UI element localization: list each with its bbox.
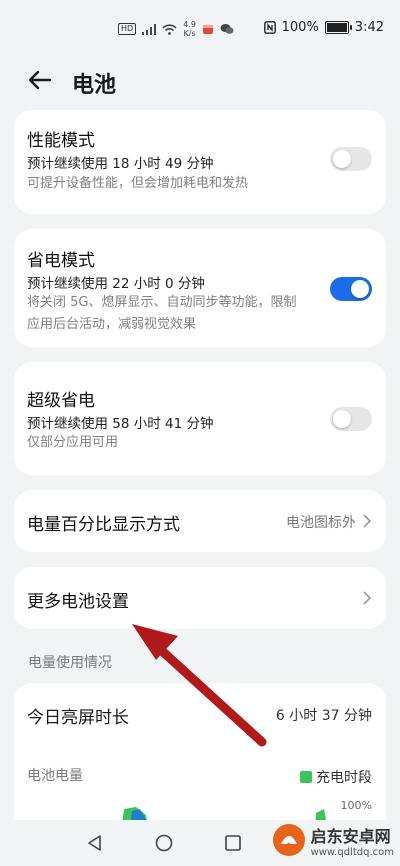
back-nav-icon[interactable] bbox=[86, 834, 104, 852]
watermark-brand: 启东安卓网 bbox=[310, 826, 391, 846]
watermark: 启东安卓网 www.qdltdq.com bbox=[271, 822, 394, 858]
watermark-url: www.qdltdq.com bbox=[310, 846, 394, 858]
watermark-logo bbox=[272, 824, 305, 856]
home-nav-icon[interactable] bbox=[155, 834, 173, 852]
recents-nav-icon[interactable] bbox=[224, 834, 242, 852]
annotation-arrow bbox=[132, 624, 267, 747]
